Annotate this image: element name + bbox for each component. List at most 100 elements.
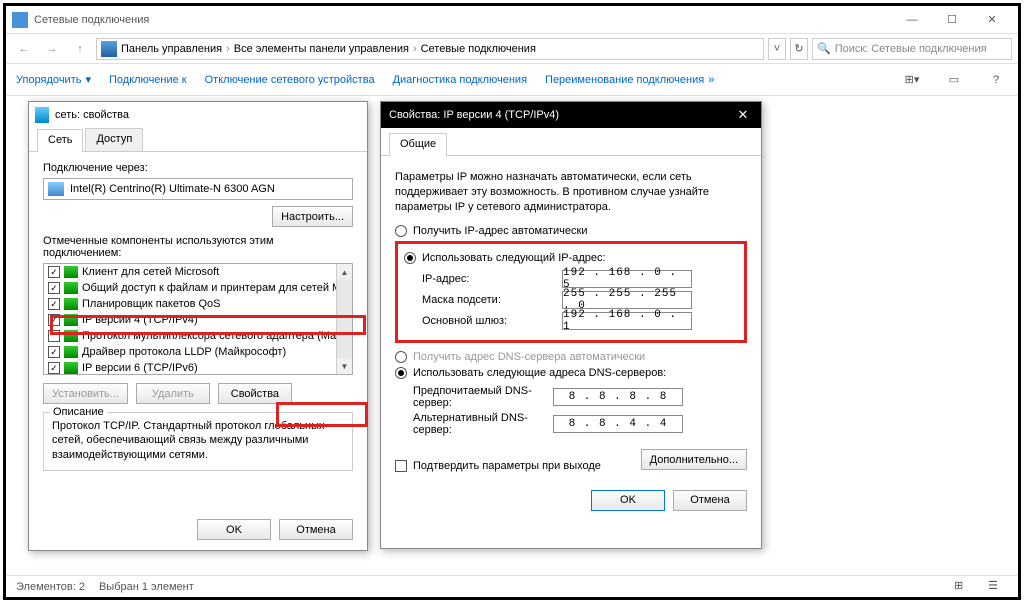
list-item[interactable]: ✓IP версии 4 (TCP/IPv4): [44, 312, 352, 328]
component-icon: [64, 298, 78, 310]
list-item[interactable]: ✓Общий доступ к файлам и принтерам для с…: [44, 280, 352, 296]
ip-label: IP-адрес:: [422, 273, 562, 285]
details-pane-button[interactable]: ▭: [942, 69, 966, 91]
window-title: Сетевые подключения: [34, 14, 892, 26]
mask-label: Маска подсети:: [422, 294, 562, 306]
checkbox-icon[interactable]: ✓: [48, 314, 60, 326]
scroll-down-icon[interactable]: ▼: [337, 358, 352, 374]
component-icon: [64, 346, 78, 358]
component-icon: [64, 314, 78, 326]
checkbox-icon[interactable]: ✓: [48, 298, 60, 310]
radio-auto-dns: Получить адрес DNS-сервера автоматически: [395, 351, 747, 363]
breadcrumb[interactable]: Панель управления › Все элементы панели …: [96, 38, 764, 60]
back-button[interactable]: ←: [12, 37, 36, 61]
checkbox-icon[interactable]: ✓: [48, 346, 60, 358]
network-icon: [35, 107, 49, 123]
checkbox-icon[interactable]: [48, 330, 60, 342]
forward-button[interactable]: →: [40, 37, 64, 61]
advanced-button[interactable]: Дополнительно...: [641, 449, 747, 470]
chevron-down-icon: ▾: [85, 73, 91, 86]
confirm-checkbox[interactable]: Подтвердить параметры при выходе: [395, 460, 601, 472]
ipv4-properties-dialog: Свойства: IP версии 4 (TCP/IPv4) ✕ Общие…: [380, 101, 762, 549]
description-title: Описание: [50, 406, 107, 418]
components-label: Отмеченные компоненты используются этим …: [43, 235, 353, 259]
up-button[interactable]: ↑: [68, 37, 92, 61]
ok-button[interactable]: OK: [197, 519, 271, 540]
scrollbar[interactable]: ▲▼: [336, 264, 352, 374]
search-input[interactable]: 🔍 Поиск: Сетевые подключения: [812, 38, 1012, 60]
highlight-annotation: Использовать следующий IP-адрес: IP-адре…: [395, 241, 747, 343]
list-view-icon[interactable]: ☰: [988, 579, 1008, 595]
preferred-dns-input[interactable]: 8 . 8 . 8 . 8: [553, 388, 683, 406]
diagnose-button[interactable]: Диагностика подключения: [393, 74, 527, 86]
tab-network[interactable]: Сеть: [37, 129, 83, 152]
dialog-title: Свойства: IP версии 4 (TCP/IPv4) ✕: [381, 102, 761, 128]
ok-button[interactable]: OK: [591, 490, 665, 511]
organize-menu[interactable]: Упорядочить ▾: [16, 73, 91, 86]
radio-icon: [395, 351, 407, 363]
radio-icon: [395, 225, 407, 237]
component-icon: [64, 266, 78, 278]
close-button[interactable]: ✕: [972, 8, 1012, 32]
ip-address-input[interactable]: 192 . 168 . 0 . 5: [562, 270, 692, 288]
connect-to-button[interactable]: Подключение к: [109, 74, 187, 86]
status-elements: Элементов: 2: [16, 581, 85, 593]
breadcrumb-item[interactable]: Панель управления: [121, 43, 222, 55]
connect-via-label: Подключение через:: [43, 162, 353, 174]
details-view-icon[interactable]: ⊞: [954, 579, 974, 595]
adapter-icon: [48, 182, 64, 196]
tab-access[interactable]: Доступ: [85, 128, 143, 151]
component-icon: [64, 362, 78, 374]
status-selected: Выбран 1 элемент: [99, 581, 194, 593]
view-options-button[interactable]: ⊞▾: [900, 69, 924, 91]
radio-icon: [395, 367, 407, 379]
list-item[interactable]: ✓Планировщик пакетов QoS: [44, 296, 352, 312]
close-icon[interactable]: ✕: [733, 107, 753, 123]
disable-device-button[interactable]: Отключение сетевого устройства: [205, 74, 375, 86]
radio-auto-ip[interactable]: Получить IP-адрес автоматически: [395, 225, 747, 237]
refresh-button[interactable]: ↻: [790, 38, 808, 60]
breadcrumb-item[interactable]: Все элементы панели управления: [234, 43, 409, 55]
control-panel-icon: [101, 41, 117, 57]
list-item[interactable]: ✓IP версии 6 (TCP/IPv6): [44, 360, 352, 375]
alternate-dns-input[interactable]: 8 . 8 . 4 . 4: [553, 415, 683, 433]
network-properties-dialog: сеть: свойства Сеть Доступ Подключение ч…: [28, 101, 368, 551]
list-item[interactable]: ✓Драйвер протокола LLDP (Майкрософт): [44, 344, 352, 360]
checkbox-icon[interactable]: ✓: [48, 362, 60, 374]
install-button[interactable]: Установить...: [43, 383, 128, 404]
cancel-button[interactable]: Отмена: [279, 519, 353, 540]
properties-button[interactable]: Свойства: [218, 383, 292, 404]
maximize-button[interactable]: ☐: [932, 8, 972, 32]
scroll-up-icon[interactable]: ▲: [337, 264, 352, 280]
radio-manual-dns[interactable]: Использовать следующие адреса DNS-сервер…: [395, 367, 747, 379]
tab-general[interactable]: Общие: [389, 133, 447, 156]
chevron-right-icon: »: [708, 74, 714, 86]
gateway-label: Основной шлюз:: [422, 315, 562, 327]
toolbar: Упорядочить ▾ Подключение к Отключение с…: [6, 64, 1018, 96]
checkbox-icon[interactable]: ✓: [48, 266, 60, 278]
list-item[interactable]: Протокол мультиплексора сетевого адаптер…: [44, 328, 352, 344]
search-icon: 🔍: [817, 42, 831, 55]
help-button[interactable]: ?: [984, 69, 1008, 91]
status-bar: Элементов: 2 Выбран 1 элемент ⊞ ☰: [6, 575, 1018, 597]
list-item[interactable]: ✓Клиент для сетей Microsoft: [44, 264, 352, 280]
gateway-input[interactable]: 192 . 168 . 0 . 1: [562, 312, 692, 330]
rename-button[interactable]: Переименование подключения »: [545, 74, 714, 86]
app-icon: [12, 12, 28, 28]
description-group: Описание Протокол TCP/IP. Стандартный пр…: [43, 412, 353, 471]
remove-button[interactable]: Удалить: [136, 383, 210, 404]
dialog-title: сеть: свойства: [29, 102, 367, 128]
components-list[interactable]: ✓Клиент для сетей Microsoft ✓Общий досту…: [43, 263, 353, 375]
search-placeholder: Поиск: Сетевые подключения: [835, 43, 987, 55]
configure-button[interactable]: Настроить...: [272, 206, 353, 227]
minimize-button[interactable]: —: [892, 8, 932, 32]
breadcrumb-dropdown[interactable]: ˅: [768, 38, 786, 60]
radio-manual-ip[interactable]: Использовать следующий IP-адрес:: [404, 252, 738, 264]
subnet-mask-input[interactable]: 255 . 255 . 255 . 0: [562, 291, 692, 309]
chevron-right-icon: ›: [226, 43, 230, 55]
titlebar: Сетевые подключения — ☐ ✕: [6, 6, 1018, 34]
radio-icon: [404, 252, 416, 264]
breadcrumb-item[interactable]: Сетевые подключения: [421, 43, 536, 55]
cancel-button[interactable]: Отмена: [673, 490, 747, 511]
checkbox-icon[interactable]: ✓: [48, 282, 60, 294]
